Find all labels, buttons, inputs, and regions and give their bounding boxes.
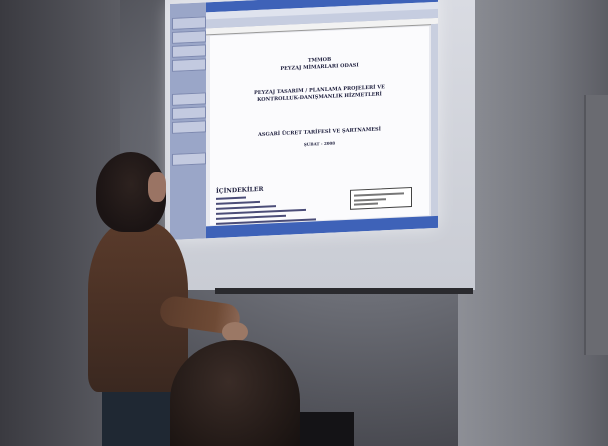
- toc-row: [216, 196, 246, 200]
- document-page: TMMOB PEYZAJ MİMARLARI ODASI PEYZAJ TASA…: [210, 26, 429, 226]
- toc-row: [216, 200, 260, 205]
- vertical-scrollbar: [431, 23, 438, 217]
- task-pane-item: [172, 30, 206, 44]
- toc-row: [216, 208, 306, 215]
- task-pane: [170, 2, 206, 240]
- presenter-face: [148, 172, 166, 202]
- presenter-hand: [222, 322, 248, 342]
- task-pane-item: [172, 44, 206, 58]
- task-pane-item: [172, 120, 206, 134]
- task-pane-item: [172, 106, 206, 120]
- task-pane-item: [172, 92, 206, 106]
- toc-row: [216, 214, 286, 220]
- screen-bottom-bar: [215, 288, 473, 294]
- toc-row: [216, 205, 276, 210]
- task-pane-item: [172, 152, 206, 166]
- note-box: [350, 187, 412, 210]
- task-pane-item: [172, 16, 206, 30]
- task-pane-item: [172, 58, 206, 72]
- note-line: [354, 198, 386, 202]
- projected-word-window: TMMOB PEYZAJ MİMARLARI ODASI PEYZAJ TASA…: [170, 0, 438, 241]
- toc-title: İÇİNDEKİLER: [216, 185, 264, 195]
- note-line: [354, 192, 404, 197]
- note-line: [354, 202, 378, 206]
- audience-head: [170, 340, 300, 446]
- door: [584, 95, 608, 355]
- chair: [292, 412, 354, 446]
- photo-scene: TMMOB PEYZAJ MİMARLARI ODASI PEYZAJ TASA…: [0, 0, 608, 446]
